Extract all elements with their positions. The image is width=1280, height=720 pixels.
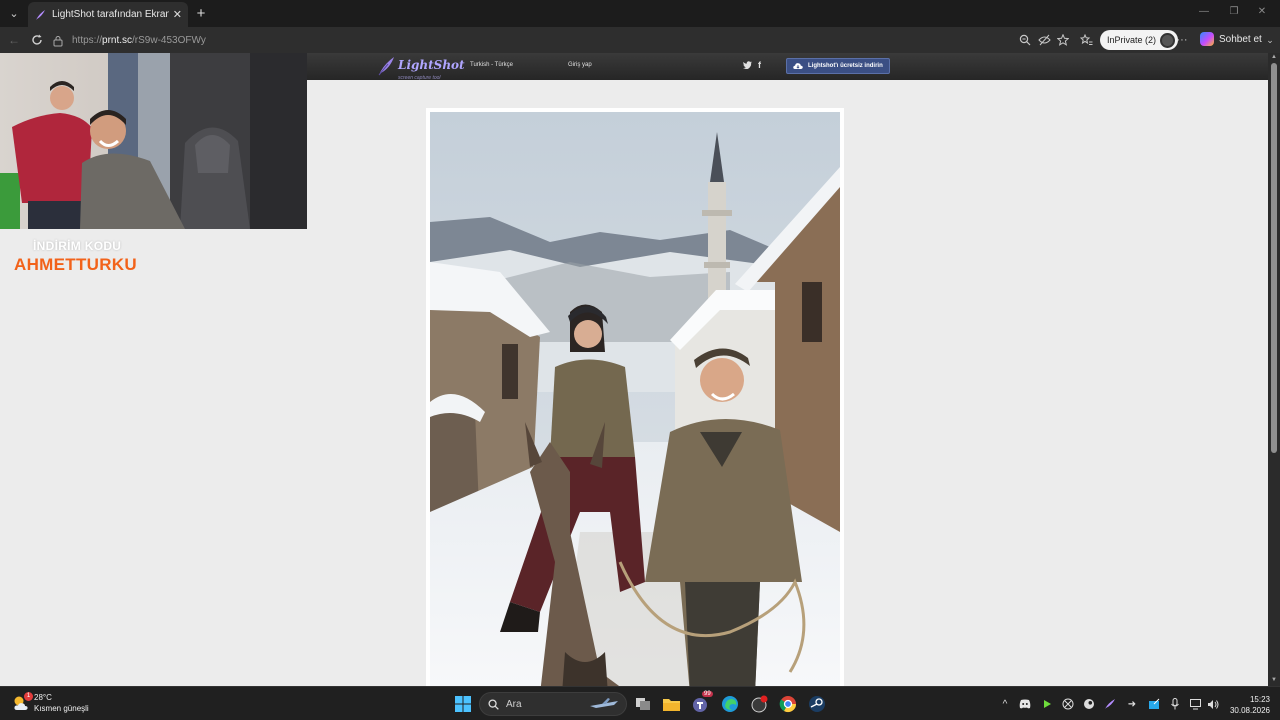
search-placeholder: Ara (506, 698, 522, 710)
close-tab-icon[interactable]: ✕ (173, 8, 182, 21)
copilot-button[interactable]: Sohbet et (1200, 32, 1262, 46)
screenshot-image-frame (426, 108, 844, 686)
webcam-feed-image (0, 53, 307, 229)
url-path: /rS9w-453OFWy (132, 35, 206, 46)
search-icon (488, 698, 499, 710)
back-button[interactable]: ← (5, 31, 23, 49)
teams-badge: 99 (702, 691, 713, 697)
lightshot-logo[interactable]: LightShot screen capture tool (377, 56, 465, 81)
steam-tray-icon[interactable] (1083, 698, 1095, 710)
partly-sunny-icon: 1 (12, 692, 33, 712)
clock-date: 30.08.2026 (1229, 706, 1270, 715)
profile-avatar (1160, 32, 1176, 48)
lightshot-tray-icon[interactable] (1104, 698, 1116, 710)
webcam-overlay (0, 53, 307, 229)
chevron-down-icon[interactable]: ⌄ (1262, 32, 1278, 48)
close-window-button[interactable]: ✕ (1254, 6, 1270, 17)
url-domain: prnt.sc (102, 35, 133, 46)
more-options-icon[interactable]: ··· (1174, 32, 1190, 48)
play-tray-icon[interactable] (1041, 698, 1053, 710)
weather-description: Kısmen güneşli (34, 704, 89, 713)
taskbar-search[interactable]: Ara (479, 692, 627, 716)
volume-icon[interactable] (1207, 698, 1219, 710)
url-scheme: https:// (72, 35, 103, 46)
discount-code: AHMETTURKU (14, 255, 137, 274)
lightshot-header: LightShot screen capture tool Turkish - … (307, 53, 1268, 81)
scroll-down-icon[interactable]: ▼ (1270, 677, 1278, 685)
refresh-icon (32, 34, 42, 45)
clock-time: 15:23 (1249, 695, 1270, 704)
teams-icon[interactable]: 99 (690, 691, 713, 714)
twitter-icon[interactable] (743, 61, 752, 69)
tab-bar: ⌄ LightShot tarafından Ekran Görünt ✕ + … (0, 0, 1280, 27)
chrome-icon[interactable] (778, 694, 798, 714)
tracking-prevention-icon[interactable] (1036, 32, 1052, 48)
weather-temperature: 28°C (34, 693, 52, 702)
browser-tab-lightshot[interactable]: LightShot tarafından Ekran Görünt ✕ (28, 2, 188, 27)
search-highlight-plane-icon (590, 698, 618, 708)
chevron-down-icon: ⌄ (9, 7, 19, 20)
favorites-collection-icon[interactable] (1078, 32, 1094, 48)
download-lightshot-button[interactable]: Lightshot'ı ücretsiz indirin (786, 58, 890, 74)
refresh-button[interactable] (28, 31, 46, 49)
system-clock[interactable]: 15:23 30.08.2026 (1226, 694, 1270, 716)
lightshot-feather-icon (36, 9, 45, 20)
zoom-icon[interactable] (1017, 32, 1033, 48)
show-hidden-icons-icon[interactable]: ^ (999, 698, 1011, 710)
inprivate-label: InPrivate (2) (1107, 35, 1157, 45)
page-content: LightShot screen capture tool Turkish - … (0, 53, 1268, 686)
logo-subtitle: screen capture tool (398, 75, 441, 81)
file-explorer-icon[interactable] (661, 694, 681, 714)
copilot-icon (1200, 32, 1214, 46)
login-link[interactable]: Giriş yap (568, 62, 592, 68)
steam-icon[interactable] (807, 694, 827, 714)
back-arrow-icon: ← (8, 33, 20, 47)
logo-text: LightShot (398, 58, 465, 72)
feather-icon (378, 57, 394, 76)
start-button[interactable] (453, 694, 473, 714)
page-scrollbar[interactable]: ▲ ▼ (1268, 53, 1280, 686)
task-view-icon[interactable] (633, 694, 653, 714)
minimize-button[interactable]: — (1196, 6, 1212, 17)
copilot-label: Sohbet et (1219, 33, 1262, 45)
discount-code-label: İNDİRİM KODU (33, 239, 122, 253)
new-tab-button[interactable]: + (192, 4, 210, 22)
edge-browser-icon[interactable] (720, 694, 740, 714)
tab-title: LightShot tarafından Ekran Görünt (52, 9, 169, 20)
store-tray-icon[interactable] (1148, 698, 1160, 710)
address-toolbar: ← https://prnt.sc/rS9w-453OFWy InPrivate… (0, 27, 1280, 53)
language-selector[interactable]: Turkish - Türkçe (470, 62, 513, 68)
recording-app-icon[interactable] (749, 694, 769, 714)
facebook-icon[interactable]: f (758, 60, 761, 70)
cloud-download-icon (793, 63, 803, 69)
url-field[interactable]: https://prnt.sc/rS9w-453OFWy (52, 31, 1092, 50)
arrow-tray-icon[interactable]: ➜ (1126, 698, 1138, 710)
network-icon[interactable] (1190, 698, 1202, 710)
download-button-label: Lightshot'ı ücretsiz indirin (808, 63, 883, 69)
scroll-up-icon[interactable]: ▲ (1270, 54, 1278, 62)
restore-button[interactable]: ❐ (1226, 6, 1242, 17)
microphone-icon[interactable] (1169, 698, 1181, 710)
weather-widget[interactable]: 1 28°C Kısmen güneşli (12, 692, 89, 714)
inprivate-button[interactable]: InPrivate (2) (1100, 30, 1179, 50)
discord-tray-icon[interactable] (1019, 698, 1031, 710)
site-info-icon[interactable] (52, 35, 64, 47)
scroll-thumb[interactable] (1271, 63, 1277, 453)
weather-badge: 1 (24, 692, 33, 701)
favorite-star-icon[interactable] (1055, 32, 1071, 48)
windows-taskbar: 1 28°C Kısmen güneşli Ara 99 ^ ➜ 15:23 3… (0, 686, 1280, 720)
xbox-tray-icon[interactable] (1062, 698, 1074, 710)
shared-screenshot-image[interactable] (430, 112, 840, 686)
tab-list-button[interactable]: ⌄ (4, 3, 24, 23)
windows-logo-icon (455, 696, 471, 712)
